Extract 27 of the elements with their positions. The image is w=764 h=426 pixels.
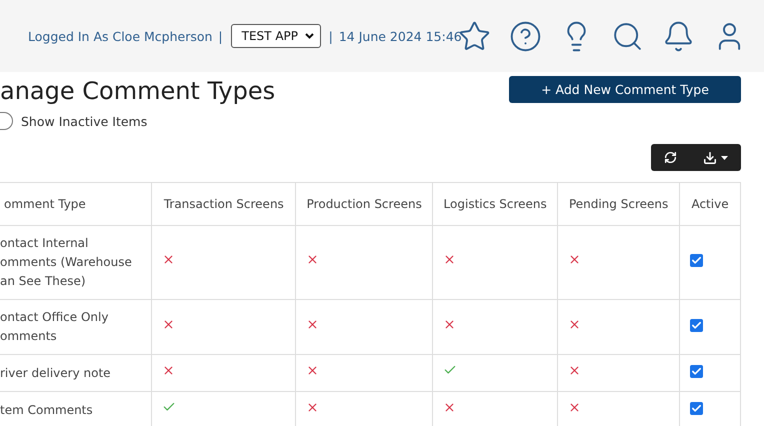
- column-header: Active: [680, 182, 740, 226]
- column-header: omment Type: [0, 182, 152, 226]
- comment-type-name: tem Comments: [0, 402, 93, 416]
- comment-type-name: river delivery note: [0, 366, 111, 380]
- column-header: Transaction Screens: [152, 182, 296, 226]
- comment-type-name: ontact Internal omments (Warehouse an See These): [0, 236, 132, 288]
- column-header: Logistics Screens: [432, 182, 558, 226]
- add-comment-type-button[interactable]: + Add New Comment Type: [509, 76, 741, 103]
- caret-icon[interactable]: [721, 156, 728, 160]
- download-icon[interactable]: [703, 150, 717, 164]
- comment-type-name: ontact Office Only omments: [0, 310, 108, 343]
- page-title: anage Comment Types: [0, 76, 276, 106]
- logged-in-user: Logged In As Cloe Mcpherson: [28, 28, 212, 44]
- active-checkbox[interactable]: [690, 364, 704, 378]
- active-checkbox[interactable]: [690, 254, 704, 267]
- active-checkbox[interactable]: [690, 402, 704, 414]
- column-header: Production Screens: [296, 182, 433, 226]
- app-select[interactable]: TEST APP: [230, 24, 321, 48]
- caret-icon: [304, 33, 314, 39]
- help-icon[interactable]: [508, 20, 542, 52]
- date-time: 14 June 2024 15:46: [338, 28, 462, 44]
- refresh-icon[interactable]: [664, 151, 677, 164]
- separator: |: [328, 28, 333, 44]
- column-header: Pending Screens: [558, 182, 680, 226]
- toggle-label: Show Inactive Items: [21, 114, 148, 128]
- active-checkbox[interactable]: [690, 318, 704, 332]
- separator: |: [218, 28, 223, 44]
